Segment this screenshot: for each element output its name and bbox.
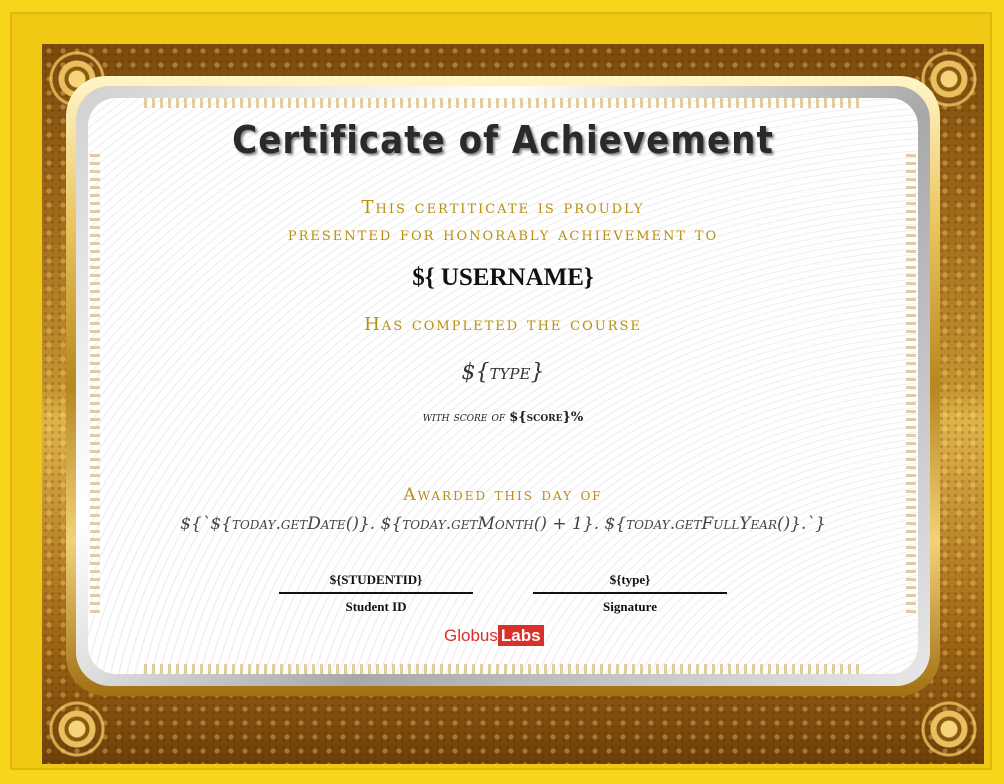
score-prefix: with score of [422,410,510,425]
score-line: with score of ${score}% [88,410,918,425]
certificate-paper: Certificate of Achievement This certitic… [88,98,918,674]
certificate-title: Certificate of Achievement [232,118,774,162]
presented-text: This certiticate is proudly presented fo… [88,194,918,248]
award-date: ${`${today.getDate()}. ${today.getMonth(… [180,514,826,534]
score-suffix: % [570,410,584,425]
corner-ornament-icon [42,694,112,764]
student-id-label: Student ID [345,599,407,614]
completed-text: Has completed the course [364,314,642,335]
signature-block: ${type} Signature [533,572,727,615]
course-type: ${type} [461,360,545,385]
awarded-text: Awarded this day of [403,485,603,505]
logo-part-globus: Globus [444,626,498,645]
signature-label: Signature [603,599,657,614]
student-id-value: ${STUDENTID} [279,572,473,594]
certificate-content: Certificate of Achievement This certitic… [88,98,918,674]
recipient-name: ${ USERNAME} [412,264,594,291]
score-value: ${score} [509,410,571,425]
student-id-block: ${STUDENTID} Student ID [279,572,473,615]
logo-part-labs: Labs [497,625,544,646]
presented-line-2: presented for honorably achievement to [287,224,719,245]
presented-line-1: This certiticate is proudly [361,197,645,218]
globuslabs-logo: Globus Labs [444,625,544,646]
signature-value: ${type} [533,572,727,594]
corner-ornament-icon [914,694,984,764]
